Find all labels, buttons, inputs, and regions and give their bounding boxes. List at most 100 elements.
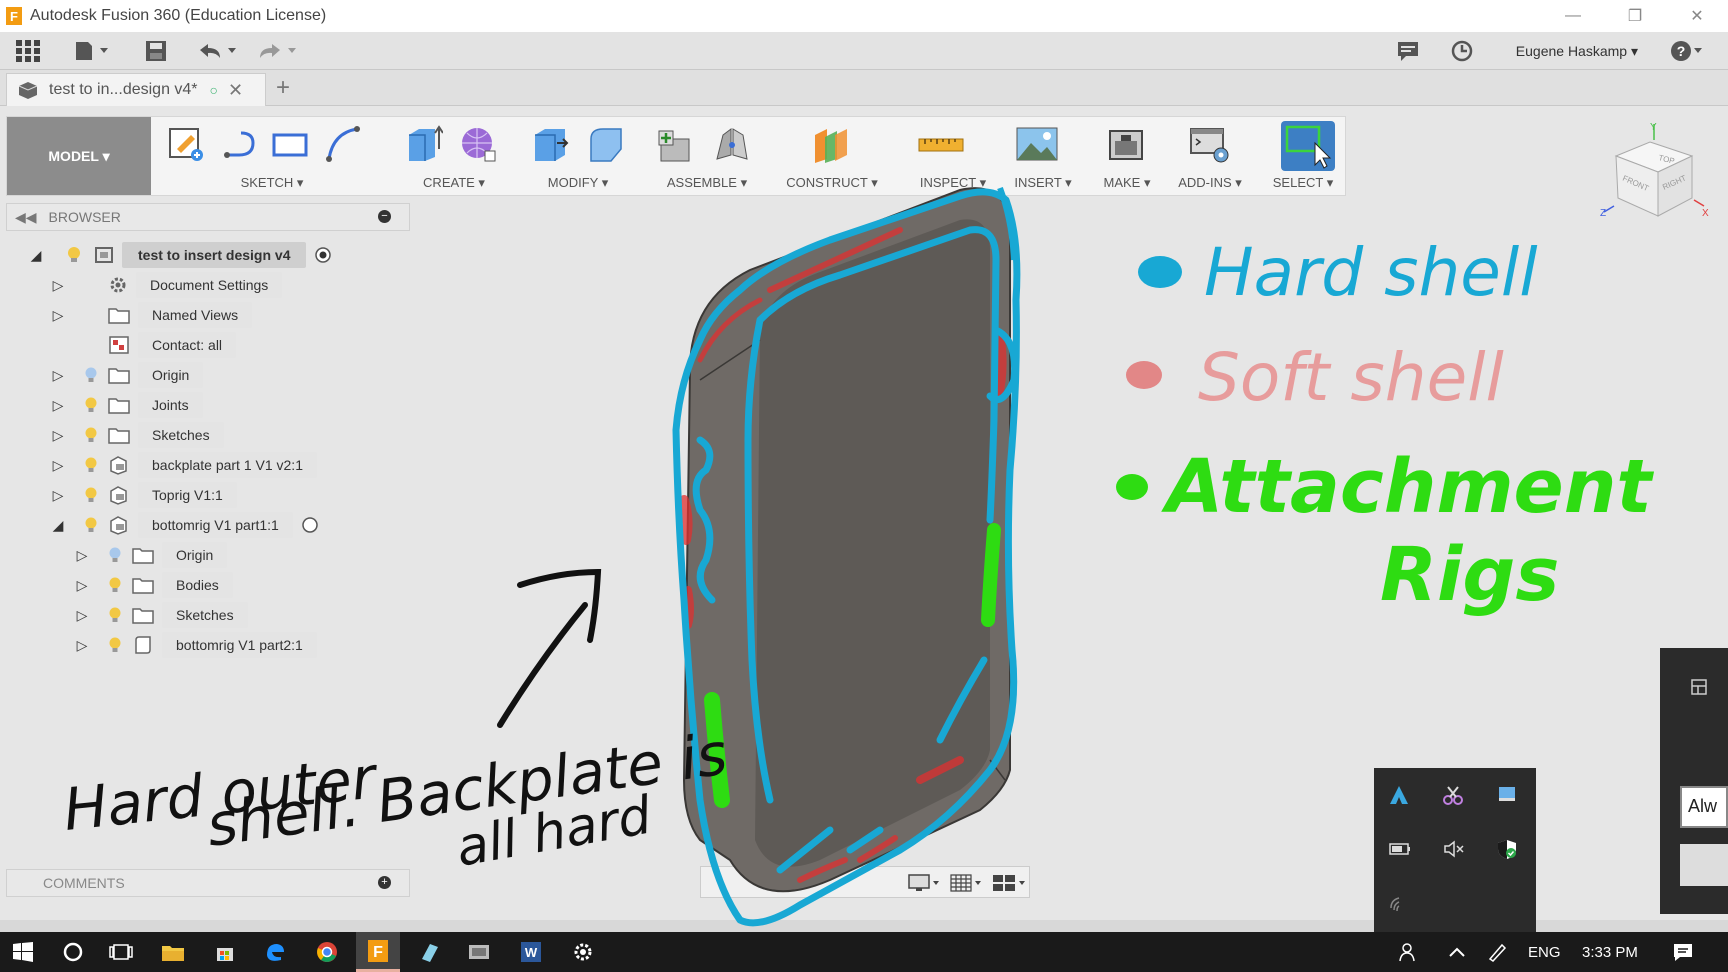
expand-arrow-icon[interactable]: ▷: [50, 427, 66, 444]
expand-arrow-icon[interactable]: ▷: [50, 277, 66, 294]
show-hidden-icons-chevron[interactable]: [1444, 940, 1470, 964]
expand-arrow-icon[interactable]: ▷: [74, 547, 90, 564]
pen-ink-icon[interactable]: [1484, 940, 1510, 964]
create-group[interactable]: CREATE ▾: [399, 117, 509, 195]
autodesk-tray-icon[interactable]: [1388, 784, 1410, 811]
sketch-group[interactable]: SKETCH ▾: [159, 117, 385, 195]
display-settings-icon[interactable]: [907, 873, 941, 893]
task-view-icon[interactable]: [108, 940, 134, 964]
expand-arrow-icon[interactable]: ▷: [50, 397, 66, 414]
redo-icon[interactable]: [256, 40, 300, 62]
visibility-bulb-icon[interactable]: [108, 576, 124, 594]
settings-gear-icon[interactable]: [570, 940, 596, 964]
insert-group[interactable]: INSERT ▾: [1007, 117, 1079, 195]
collapse-arrow-icon[interactable]: ◢: [50, 517, 66, 534]
expand-arrow-icon[interactable]: ▷: [50, 457, 66, 474]
visibility-bulb-icon[interactable]: [84, 516, 100, 534]
expand-arrow-icon[interactable]: ▷: [74, 607, 90, 624]
inspect-group[interactable]: INSPECT ▾: [903, 117, 1003, 195]
user-account-menu[interactable]: Eugene Haskamp ▾: [1516, 43, 1638, 60]
offset-plane-icon[interactable]: [811, 125, 849, 163]
visibility-bulb-icon[interactable]: [84, 456, 100, 474]
start-button[interactable]: [10, 940, 36, 964]
form-tool-icon[interactable]: [459, 125, 497, 163]
window-layout-icon[interactable]: [1690, 678, 1708, 696]
comments-panel-header[interactable]: COMMENTS +: [6, 869, 410, 897]
collapse-arrow-icon[interactable]: ◢: [28, 247, 44, 264]
visibility-bulb-icon[interactable]: [66, 246, 82, 264]
browser-tree-item[interactable]: ▷ Named Views: [50, 301, 253, 329]
viewcube[interactable]: Y X Z TOP FRONT RIGHT: [1600, 120, 1710, 230]
select-tool-icon[interactable]: [1281, 121, 1335, 171]
visibility-bulb-icon[interactable]: [108, 546, 124, 564]
data-panel-grid-icon[interactable]: [14, 40, 42, 62]
construct-group[interactable]: CONSTRUCT ▾: [777, 117, 887, 195]
insert-image-icon[interactable]: [1015, 125, 1059, 163]
browser-tree-item[interactable]: ◢ bottomrig V1 part1:1: [50, 511, 319, 539]
browser-tree-item[interactable]: ▷ bottomrig V1 part2:1: [74, 631, 317, 659]
select-group[interactable]: SELECT ▾: [1259, 117, 1347, 195]
document-tab[interactable]: test to in...design v4* ○ ✕: [6, 73, 266, 106]
input-language-indicator[interactable]: ENG: [1528, 944, 1561, 961]
modify-group[interactable]: MODIFY ▾: [523, 117, 633, 195]
visibility-bulb-icon[interactable]: [108, 636, 124, 654]
file-menu-icon[interactable]: [74, 40, 110, 62]
activate-radio-icon[interactable]: [314, 246, 332, 264]
visibility-bulb-icon[interactable]: [84, 396, 100, 414]
job-status-clock-icon[interactable]: [1450, 40, 1474, 62]
create-sketch-icon[interactable]: [167, 125, 205, 163]
store-icon[interactable]: [212, 940, 238, 964]
tree-root-node[interactable]: ◢ test to insert design v4: [28, 241, 332, 269]
visibility-bulb-icon[interactable]: [108, 606, 124, 624]
edge-browser-icon[interactable]: [262, 940, 288, 964]
expand-arrow-icon[interactable]: ▷: [74, 637, 90, 654]
browser-tree-item[interactable]: ▷ Sketches: [50, 421, 224, 449]
browser-tree-item[interactable]: ▷ Document Settings: [50, 271, 283, 299]
close-tab-icon[interactable]: ✕: [228, 80, 243, 101]
close-button[interactable]: ✕: [1666, 0, 1728, 32]
activate-radio-icon[interactable]: [301, 516, 319, 534]
volume-muted-icon[interactable]: [1442, 838, 1466, 865]
battery-icon[interactable]: [1388, 838, 1412, 865]
undo-icon[interactable]: [196, 40, 240, 62]
help-icon[interactable]: ?: [1670, 40, 1704, 62]
browser-tree-item[interactable]: ▷ backplate part 1 V1 v2:1: [50, 451, 317, 479]
chrome-icon[interactable]: [314, 940, 340, 964]
measure-icon[interactable]: [917, 133, 965, 157]
wifi-icon[interactable]: [1388, 892, 1410, 919]
make-group[interactable]: MAKE ▾: [1091, 117, 1163, 195]
browser-tree-item[interactable]: ▷ Toprig V1:1: [50, 481, 237, 509]
restore-button[interactable]: ❐: [1604, 0, 1666, 32]
browser-panel-header[interactable]: ◀◀ BROWSER −: [6, 203, 410, 231]
line-tool-icon[interactable]: [223, 125, 261, 163]
visibility-bulb-icon[interactable]: [84, 486, 100, 504]
visibility-bulb-icon[interactable]: [84, 366, 100, 384]
security-shield-icon[interactable]: [1496, 838, 1518, 865]
taskbar-app-icon[interactable]: [416, 940, 442, 964]
workspace-switcher[interactable]: MODEL ▾: [7, 117, 151, 195]
browser-tree-item[interactable]: ▷ Joints: [50, 391, 203, 419]
viewports-layout-icon[interactable]: [991, 873, 1027, 893]
browser-tree-item[interactable]: ▷ Origin: [50, 361, 204, 389]
snipping-tool-icon[interactable]: [1442, 784, 1464, 811]
people-icon[interactable]: [1396, 940, 1422, 964]
new-tab-button[interactable]: +: [276, 74, 290, 102]
press-pull-icon[interactable]: [531, 125, 569, 163]
system-clock[interactable]: 3:33 PM: [1582, 944, 1638, 961]
rectangle-tool-icon[interactable]: [271, 125, 309, 163]
taskbar-app-icon[interactable]: [466, 940, 492, 964]
phone-case-model[interactable]: [682, 187, 1011, 893]
always-option-field[interactable]: Alw: [1680, 786, 1728, 828]
expand-arrow-icon[interactable]: ▷: [50, 487, 66, 504]
expand-arrow-icon[interactable]: ▷: [50, 367, 66, 384]
joint-icon[interactable]: [713, 125, 751, 163]
browser-tree-item[interactable]: ▷ Sketches: [74, 601, 248, 629]
blank-option-button[interactable]: [1680, 844, 1728, 886]
arc-tool-icon[interactable]: [323, 125, 361, 163]
3d-print-icon[interactable]: [1107, 125, 1145, 163]
fusion-taskbar-icon[interactable]: F: [356, 932, 400, 972]
browser-tree-item[interactable]: ▷ Bodies: [74, 571, 233, 599]
expand-arrow-icon[interactable]: ▷: [74, 577, 90, 594]
new-component-icon[interactable]: [655, 125, 693, 163]
action-center-icon[interactable]: [1670, 940, 1696, 964]
